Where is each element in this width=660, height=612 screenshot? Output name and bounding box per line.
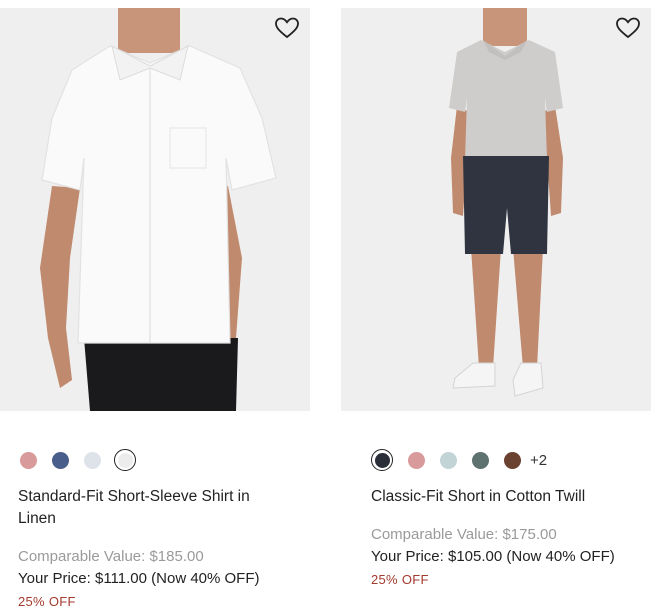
your-price: Your Price: $111.00 (Now 40% OFF)	[18, 570, 260, 587]
color-swatch-white-selected[interactable]	[114, 449, 136, 471]
more-colors-link[interactable]: +2	[530, 452, 547, 469]
color-swatch-light-blue[interactable]	[84, 451, 101, 469]
comparable-value: Comparable Value: $175.00	[371, 526, 557, 543]
product-image[interactable]	[341, 8, 651, 411]
product-title[interactable]: Standard-Fit Short-Sleeve Shirt in Linen	[18, 486, 278, 530]
product-title[interactable]: Classic-Fit Short in Cotton Twill	[371, 486, 660, 508]
product-card-linen-shirt[interactable]: Standard-Fit Short-Sleeve Shirt in Linen…	[0, 8, 310, 612]
your-price: Your Price: $105.00 (Now 40% OFF)	[371, 548, 615, 565]
color-swatch-navy[interactable]	[52, 451, 69, 469]
color-swatch-light-blue[interactable]	[440, 451, 457, 469]
comparable-value: Comparable Value: $185.00	[18, 548, 204, 565]
color-swatches	[0, 448, 310, 472]
color-swatches: +2	[341, 448, 651, 472]
discount-badge: 25% OFF	[18, 594, 76, 609]
color-swatch-pink[interactable]	[20, 451, 37, 469]
color-swatch-brown[interactable]	[504, 451, 521, 469]
discount-badge: 25% OFF	[371, 572, 429, 587]
color-swatch-pink[interactable]	[408, 451, 425, 469]
heart-outline-icon[interactable]	[615, 16, 641, 40]
product-image[interactable]	[0, 8, 310, 411]
heart-outline-icon[interactable]	[274, 16, 300, 40]
product-photo-shirt	[40, 8, 277, 411]
product-card-cotton-short[interactable]: +2 Classic-Fit Short in Cotton Twill Com…	[341, 8, 651, 590]
product-photo-short	[449, 8, 563, 397]
color-swatch-navy-selected[interactable]	[371, 449, 393, 471]
color-swatch-sage[interactable]	[472, 451, 489, 469]
